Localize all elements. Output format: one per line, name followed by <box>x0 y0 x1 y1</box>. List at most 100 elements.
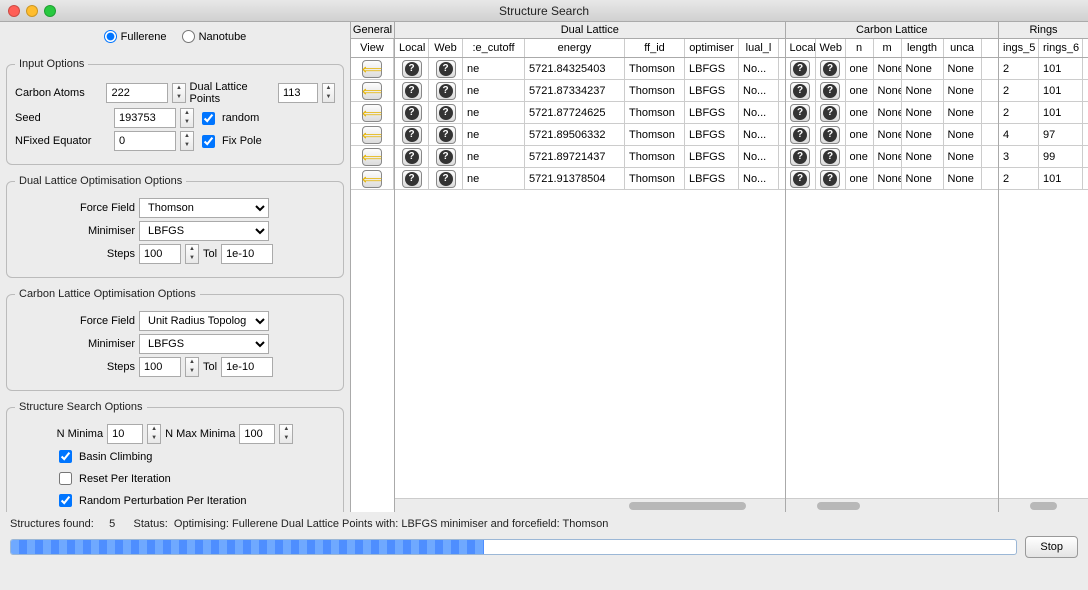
question-icon[interactable]: ? <box>402 170 422 188</box>
question-icon[interactable]: ? <box>790 170 810 188</box>
table-row: ⟸ <box>351 124 394 146</box>
question-icon[interactable]: ? <box>402 82 422 100</box>
view-arrow-icon[interactable]: ⟸ <box>362 60 382 78</box>
nfixed-label: NFixed Equator <box>15 135 110 147</box>
table-row: 2101 <box>999 80 1088 102</box>
view-arrow-icon[interactable]: ⟸ <box>362 170 382 188</box>
table-row: ⟸ <box>351 102 394 124</box>
n-minima-stepper[interactable]: ▲▼ <box>147 424 161 444</box>
rings-table: Rings ings_5 rings_6 2101210121014973992… <box>998 22 1088 512</box>
question-icon[interactable]: ? <box>790 148 810 166</box>
question-icon[interactable]: ? <box>820 60 840 78</box>
question-icon[interactable]: ? <box>790 82 810 100</box>
table-row: ??ne5721.89721437ThomsonLBFGSNo... <box>395 146 785 168</box>
zoom-icon[interactable] <box>44 5 56 17</box>
carbon-steps-input[interactable] <box>139 357 181 377</box>
view-arrow-icon[interactable]: ⟸ <box>362 82 382 100</box>
titlebar: Structure Search <box>0 0 1088 22</box>
carbon-atoms-input[interactable] <box>106 83 168 103</box>
table-row: ??oneNoneNoneNone <box>786 124 998 146</box>
mode-nanotube[interactable]: Nanotube <box>182 30 247 43</box>
dual-lattice-table: Dual Lattice Local Web :e_cutoff energy … <box>394 22 785 512</box>
question-icon[interactable]: ? <box>790 126 810 144</box>
dual-lattice-label: Dual Lattice Points <box>190 81 274 105</box>
dual-lattice-input[interactable] <box>278 83 318 103</box>
nfixed-stepper[interactable]: ▲▼ <box>180 131 194 151</box>
fix-pole-checkbox[interactable] <box>202 135 215 148</box>
table-row: ??oneNoneNoneNone <box>786 102 998 124</box>
search-options-group: Structure Search Options N Minima ▲▼ N M… <box>6 401 344 512</box>
table-row: ??ne5721.87724625ThomsonLBFGSNo... <box>395 102 785 124</box>
carbon-minimiser-select[interactable]: LBFGS <box>139 334 269 354</box>
table-row: ??ne5721.91378504ThomsonLBFGSNo... <box>395 168 785 190</box>
dual-steps-input[interactable] <box>139 244 181 264</box>
dual-steps-stepper[interactable]: ▲▼ <box>185 244 199 264</box>
random-checkbox[interactable] <box>202 112 215 125</box>
question-icon[interactable]: ? <box>402 148 422 166</box>
reset-checkbox[interactable] <box>59 472 72 485</box>
table-row: ⟸ <box>351 58 394 80</box>
question-icon[interactable]: ? <box>820 82 840 100</box>
progress-bar <box>10 539 1017 555</box>
question-icon[interactable]: ? <box>820 126 840 144</box>
dual-opt-group: Dual Lattice Optimisation Options Force … <box>6 175 344 278</box>
dual-scrollbar[interactable] <box>395 498 785 512</box>
seed-input[interactable] <box>114 108 176 128</box>
question-icon[interactable]: ? <box>436 104 456 122</box>
general-table: General View ⟸⟸⟸⟸⟸⟸ <box>350 22 394 512</box>
options-panel: Fullerene Nanotube Input Options Carbon … <box>0 22 350 512</box>
basin-checkbox[interactable] <box>59 450 72 463</box>
dual-tol-input[interactable] <box>221 244 273 264</box>
question-icon[interactable]: ? <box>820 104 840 122</box>
status-bar: Structures found: 5 Status: Optimising: … <box>0 512 1088 532</box>
n-minima-input[interactable] <box>107 424 143 444</box>
view-arrow-icon[interactable]: ⟸ <box>362 104 382 122</box>
table-row: ⟸ <box>351 80 394 102</box>
rings-scrollbar[interactable] <box>999 498 1088 512</box>
table-row: 2101 <box>999 58 1088 80</box>
dual-lattice-stepper[interactable]: ▲▼ <box>322 83 335 103</box>
results-panel: General View ⟸⟸⟸⟸⟸⟸ Dual Lattice Local W… <box>350 22 1088 512</box>
random-pert-checkbox[interactable] <box>59 494 72 507</box>
n-max-minima-stepper[interactable]: ▲▼ <box>279 424 293 444</box>
table-row: ??oneNoneNoneNone <box>786 80 998 102</box>
question-icon[interactable]: ? <box>402 126 422 144</box>
table-row: ??oneNoneNoneNone <box>786 58 998 80</box>
dual-minimiser-select[interactable]: LBFGS <box>139 221 269 241</box>
seed-stepper[interactable]: ▲▼ <box>180 108 194 128</box>
question-icon[interactable]: ? <box>436 170 456 188</box>
view-arrow-icon[interactable]: ⟸ <box>362 126 382 144</box>
nfixed-input[interactable] <box>114 131 176 151</box>
question-icon[interactable]: ? <box>790 104 810 122</box>
dual-forcefield-select[interactable]: Thomson <box>139 198 269 218</box>
random-label: random <box>222 112 259 124</box>
carbon-atoms-label: Carbon Atoms <box>15 87 102 99</box>
question-icon[interactable]: ? <box>820 170 840 188</box>
question-icon[interactable]: ? <box>790 60 810 78</box>
question-icon[interactable]: ? <box>436 126 456 144</box>
mode-fullerene[interactable]: Fullerene <box>104 30 167 43</box>
table-row: ??ne5721.87334237ThomsonLBFGSNo... <box>395 80 785 102</box>
question-icon[interactable]: ? <box>402 104 422 122</box>
table-row: 2101 <box>999 168 1088 190</box>
carbon-atoms-stepper[interactable]: ▲▼ <box>172 83 185 103</box>
n-max-minima-input[interactable] <box>239 424 275 444</box>
fix-pole-label: Fix Pole <box>222 135 262 147</box>
table-row: ⟸ <box>351 168 394 190</box>
minimize-icon[interactable] <box>26 5 38 17</box>
view-arrow-icon[interactable]: ⟸ <box>362 148 382 166</box>
carbon-scrollbar[interactable] <box>786 498 998 512</box>
question-icon[interactable]: ? <box>820 148 840 166</box>
carbon-forcefield-select[interactable]: Unit Radius Topolog <box>139 311 269 331</box>
carbon-tol-input[interactable] <box>221 357 273 377</box>
question-icon[interactable]: ? <box>436 60 456 78</box>
question-icon[interactable]: ? <box>436 148 456 166</box>
table-row: ??ne5721.84325403ThomsonLBFGSNo... <box>395 58 785 80</box>
question-icon[interactable]: ? <box>402 60 422 78</box>
stop-button[interactable]: Stop <box>1025 536 1078 558</box>
question-icon[interactable]: ? <box>436 82 456 100</box>
close-icon[interactable] <box>8 5 20 17</box>
table-row: ??ne5721.89506332ThomsonLBFGSNo... <box>395 124 785 146</box>
carbon-lattice-table: Carbon Lattice Local Web n m length unca… <box>785 22 998 512</box>
carbon-steps-stepper[interactable]: ▲▼ <box>185 357 199 377</box>
